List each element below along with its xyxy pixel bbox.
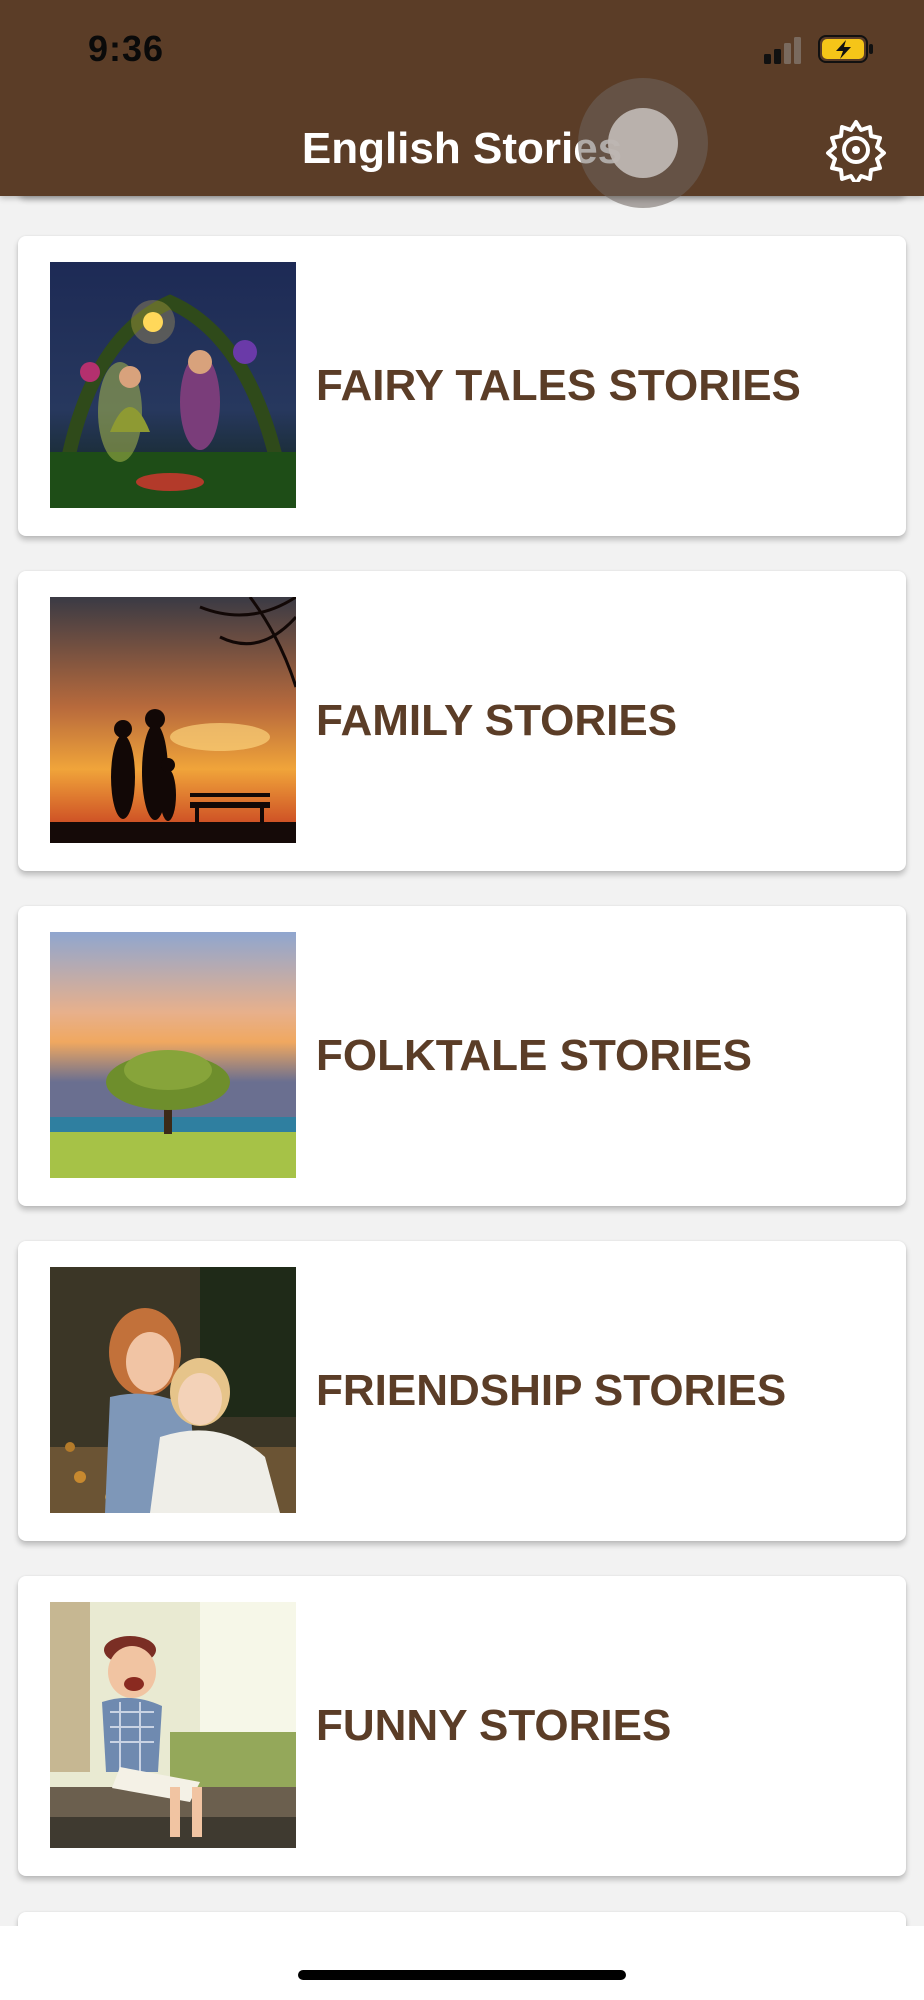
story-category-list[interactable]: FAIRY TALES STORIES FAMILY STORIES FOLKT… bbox=[0, 196, 924, 1926]
category-card-funny[interactable]: FUNNY STORIES bbox=[18, 1576, 906, 1876]
settings-gear-icon[interactable] bbox=[824, 118, 888, 182]
category-label: FAIRY TALES STORIES bbox=[316, 361, 801, 410]
category-label: FRIENDSHIP STORIES bbox=[316, 1366, 787, 1415]
app-header: 9:36 English Stories bbox=[0, 0, 924, 196]
fairy-tales-thumbnail bbox=[50, 262, 296, 508]
category-card-family[interactable]: FAMILY STORIES bbox=[18, 571, 906, 871]
category-label: FUNNY STORIES bbox=[316, 1701, 672, 1750]
bottom-safe-area bbox=[0, 1926, 924, 2000]
category-card-partial[interactable] bbox=[18, 1912, 906, 1926]
status-time: 9:36 bbox=[88, 28, 165, 69]
app-title: English Stories bbox=[301, 124, 623, 173]
friendship-thumbnail bbox=[50, 1267, 296, 1513]
touch-indicator bbox=[578, 78, 708, 208]
category-card-friendship[interactable]: FRIENDSHIP STORIES bbox=[18, 1241, 906, 1541]
family-thumbnail bbox=[50, 597, 296, 843]
folktale-thumbnail bbox=[50, 932, 296, 1178]
category-label: FOLKTALE STORIES bbox=[316, 1031, 752, 1080]
category-label: FAMILY STORIES bbox=[316, 696, 678, 745]
category-card-fairy-tales[interactable]: FAIRY TALES STORIES bbox=[18, 236, 906, 536]
cellular-signal-icon bbox=[764, 37, 801, 64]
battery-charging-icon bbox=[818, 35, 873, 63]
home-indicator[interactable] bbox=[298, 1970, 626, 1980]
funny-thumbnail bbox=[50, 1602, 296, 1848]
category-card-folktale[interactable]: FOLKTALE STORIES bbox=[18, 906, 906, 1206]
